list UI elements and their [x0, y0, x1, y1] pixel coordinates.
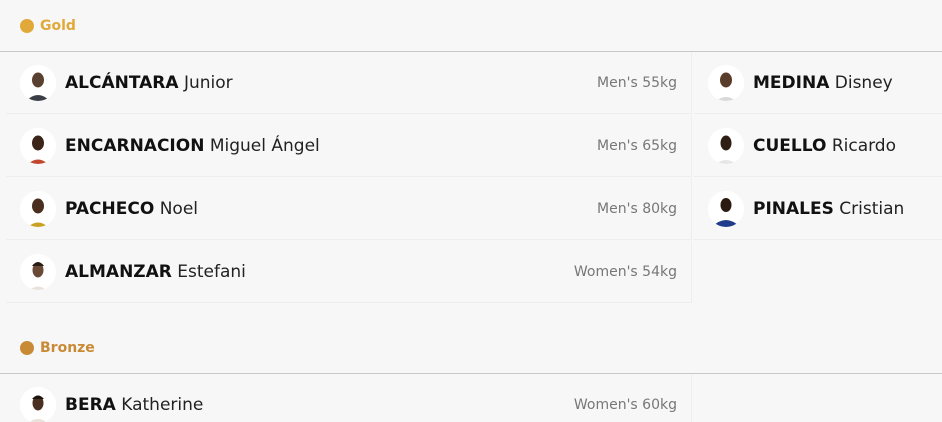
gold-section-header: Gold	[0, 0, 942, 52]
athlete-name: ALCÁNTARA Junior	[65, 72, 233, 93]
athlete-photo-avatar	[20, 386, 56, 422]
athlete-name: BERA Katherine	[65, 394, 204, 415]
event-label: Men's 80kg	[597, 200, 677, 217]
athlete-name: PINALES Cristian	[753, 198, 905, 219]
athlete-row[interactable]: PINALES Cristian	[694, 178, 942, 240]
athlete-name: PACHECO Noel	[65, 198, 199, 219]
athlete-name: CUELLO Ricardo	[753, 135, 896, 156]
athlete-name: ALMANZAR Estefani	[65, 261, 246, 282]
athlete-name: MEDINA Disney	[753, 72, 893, 93]
event-label: Men's 55kg	[597, 74, 677, 91]
event-label: Women's 54kg	[573, 263, 677, 280]
athlete-row[interactable]: ALCÁNTARA Junior Men's 55kg	[6, 52, 692, 114]
athlete-name: ENCARNACION Miguel Ángel	[65, 135, 320, 156]
athlete-photo-avatar	[708, 190, 744, 227]
athlete-row[interactable]: BERA Katherine Women's 60kg	[6, 374, 692, 422]
athlete-row[interactable]: ENCARNACION Miguel Ángel Men's 65kg	[6, 115, 692, 177]
athlete-photo-avatar	[20, 127, 56, 164]
athlete-photo-avatar	[708, 64, 744, 101]
bronze-medal-icon	[20, 340, 34, 355]
athlete-row[interactable]: MEDINA Disney	[694, 52, 942, 114]
event-label: Men's 65kg	[597, 137, 677, 154]
athlete-photo-avatar	[20, 190, 56, 227]
athlete-row[interactable]: CUELLO Ricardo	[694, 115, 942, 177]
athlete-photo-avatar	[20, 64, 56, 101]
bronze-section-header: Bronze	[0, 322, 942, 374]
bronze-section-label: Bronze	[40, 339, 95, 356]
athlete-photo-avatar	[708, 127, 744, 164]
gold-section-label: Gold	[40, 17, 76, 34]
athlete-row[interactable]: ALMANZAR Estefani Women's 54kg	[6, 241, 692, 303]
gold-medal-icon	[20, 18, 34, 33]
athlete-photo-avatar	[20, 253, 56, 290]
event-label: Women's 60kg	[573, 396, 677, 413]
athlete-row[interactable]: PACHECO Noel Men's 80kg	[6, 178, 692, 240]
